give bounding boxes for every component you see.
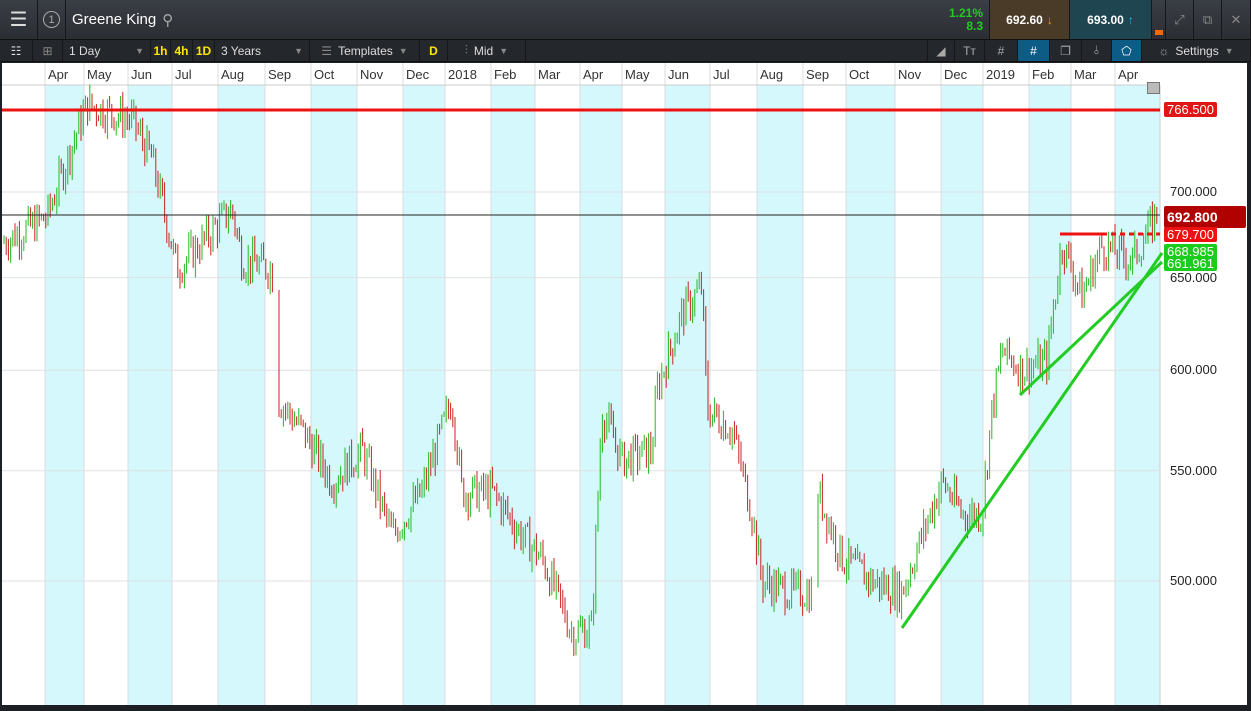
month-label: Dec: [406, 67, 430, 82]
month-label: 2019: [986, 67, 1015, 82]
chart-toolbar: ☷ ⊞ 1 Day ▼ 1h 4h 1D 3 Years ▼ ☰ Templates ▼…: [0, 40, 1251, 62]
resistance-label: 766.500: [1164, 102, 1217, 117]
month-band: [580, 85, 622, 705]
month-band: [846, 85, 895, 705]
month-label: Nov: [898, 67, 922, 82]
month-band: [757, 85, 803, 705]
search-icon[interactable]: ⚲: [162, 11, 173, 29]
month-label: Oct: [849, 67, 870, 82]
month-label: Apr: [1118, 67, 1139, 82]
chevron-down-icon: ▼: [499, 45, 509, 56]
month-label: Dec: [944, 67, 968, 82]
month-label: Feb: [494, 67, 517, 82]
month-band: [311, 85, 357, 705]
title-bar: ☰ 1 Greene King ⚲ 1.21% 8.3 692.60 ↓ 693.00…: [0, 0, 1251, 40]
price-change: 1.21% 8.3: [924, 0, 990, 39]
buy-button[interactable]: 693.00 ↑: [1070, 0, 1152, 39]
recent-high-label: 679.700: [1164, 227, 1217, 242]
month-label: Aug: [221, 67, 245, 82]
templates-select[interactable]: ☰ Templates ▼: [310, 40, 420, 61]
month-label: Jun: [131, 67, 152, 82]
quick-1h[interactable]: 1h: [151, 40, 171, 61]
interval-select[interactable]: 1 Day ▼: [63, 40, 151, 61]
month-label: Apr: [48, 67, 69, 82]
price-tick-label: 600.000: [1170, 362, 1217, 378]
sliders-icon: ☰: [321, 43, 333, 58]
month-label: Sep: [268, 67, 292, 82]
menu-icon[interactable]: ☰: [0, 0, 38, 39]
candle-icon: ⫶: [464, 43, 468, 57]
month-label: Jun: [668, 67, 689, 82]
month-label: Mar: [1074, 67, 1097, 82]
month-label: Nov: [360, 67, 384, 82]
list-icon[interactable]: ☷: [0, 40, 33, 61]
range-select[interactable]: 3 Years ▼: [215, 40, 310, 61]
month-band: [665, 85, 710, 705]
month-label: Oct: [314, 67, 335, 82]
indicator-icon[interactable]: ⫰: [1082, 40, 1112, 61]
month-band: [941, 85, 983, 705]
text-icon[interactable]: Tт: [955, 40, 985, 61]
gear-icon: ☼: [1158, 43, 1170, 58]
price-tick-label: 700.000: [1170, 184, 1217, 199]
price-tick-label: 500.000: [1170, 572, 1217, 588]
crosshair-grid-icon[interactable]: #: [1018, 40, 1050, 61]
instrument-name: Greene King: [72, 11, 157, 28]
settings-button[interactable]: ☼ Settings ▼: [1142, 40, 1251, 61]
chevron-down-icon: ▼: [294, 45, 303, 56]
scroll-top-icon[interactable]: [1147, 82, 1160, 94]
chart-canvas[interactable]: [2, 63, 1247, 705]
current-price-label: 692.800: [1164, 206, 1246, 228]
signal-meter: [1152, 0, 1166, 39]
maximize-icon[interactable]: ⤢: [1166, 0, 1194, 39]
instrument-title[interactable]: Greene King ⚲: [66, 0, 173, 39]
layers-icon[interactable]: ❐: [1050, 40, 1082, 61]
chevron-down-icon: ▼: [135, 45, 144, 56]
month-label: May: [625, 67, 650, 82]
month-label: Aug: [760, 67, 784, 82]
popout-icon[interactable]: ⧉: [1194, 0, 1222, 39]
grid-icon[interactable]: #: [985, 40, 1018, 61]
month-band: [403, 85, 445, 705]
chevron-down-icon: ▼: [1224, 45, 1234, 56]
month-label: 2018: [448, 67, 477, 82]
arrow-down-icon: ↓: [1046, 12, 1053, 27]
month-label: Jul: [175, 67, 192, 82]
month-band: [128, 85, 172, 705]
month-label: Apr: [583, 67, 604, 82]
arrow-up-icon: ↑: [1127, 12, 1134, 27]
draw-line-icon[interactable]: ◢: [927, 40, 955, 61]
month-label: Sep: [806, 67, 830, 82]
month-band: [491, 85, 535, 705]
chevron-down-icon: ▼: [398, 45, 408, 56]
sell-button[interactable]: 692.60 ↓: [990, 0, 1070, 39]
month-label: Jul: [713, 67, 730, 82]
month-band: [218, 85, 265, 705]
month-band: [1115, 85, 1160, 705]
price-tick-label: 550.000: [1170, 462, 1217, 478]
layout-icon[interactable]: ⊞: [33, 40, 63, 61]
close-icon[interactable]: ✕: [1222, 0, 1251, 39]
month-label: May: [87, 67, 112, 82]
window-number-badge: 1: [38, 0, 66, 39]
trendline-2-label: 661.961: [1164, 256, 1217, 271]
label-tag-icon[interactable]: ⬠: [1112, 40, 1142, 61]
price-chart[interactable]: Apr May Jun Jul Aug Sep Oct Nov Dec 2018 Feb Mar Apr…: [2, 63, 1247, 705]
price-type-select[interactable]: ⫶ Mid ▼: [448, 40, 526, 61]
quick-4h[interactable]: 4h: [171, 40, 193, 61]
quick-1d[interactable]: 1D: [193, 40, 215, 61]
price-tick-label: 650.000: [1170, 269, 1217, 285]
d-button[interactable]: D: [420, 40, 448, 61]
month-label: Mar: [538, 67, 561, 82]
month-label: Feb: [1032, 67, 1055, 82]
month-band: [45, 85, 84, 705]
